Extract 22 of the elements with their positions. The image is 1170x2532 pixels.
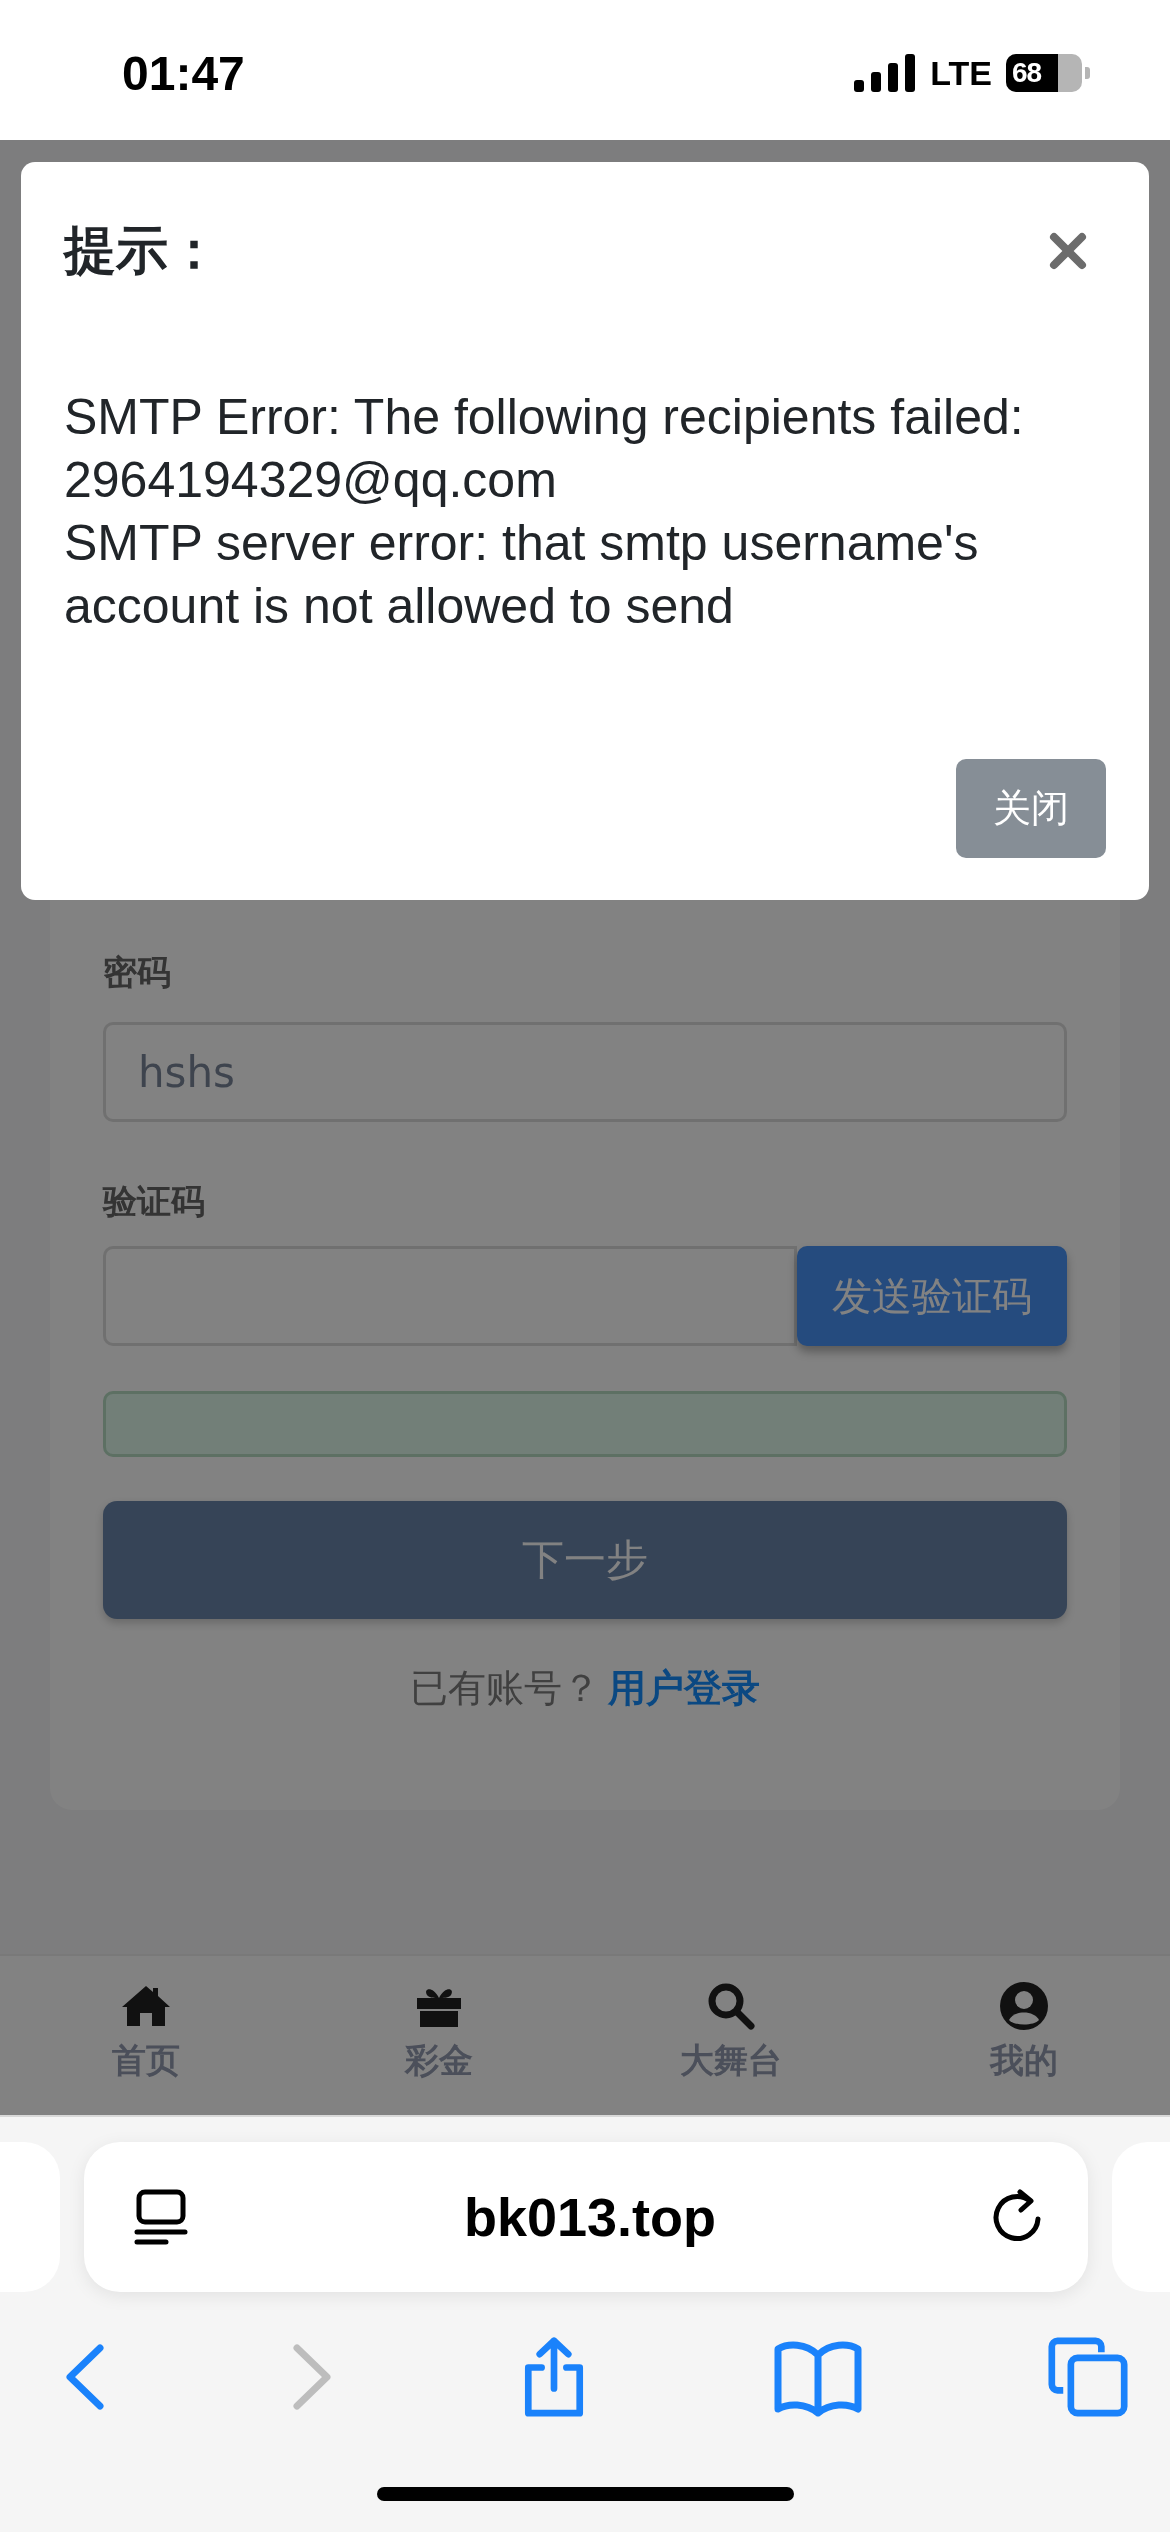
error-message: SMTP Error: The following recipients failed: 2964194329@qq.com (64, 388, 1024, 510)
battery-indicator: 68 (1006, 54, 1090, 92)
dialog-title: 提示： (64, 220, 220, 281)
password-field[interactable]: hshs (103, 1022, 1067, 1122)
error-message: SMTP server error: that smtp username's account is not allowed to send (64, 514, 980, 636)
network-label: LTE (930, 53, 992, 93)
login-prompt: 已有账号？ (410, 1666, 600, 1711)
send-code-button[interactable]: 发送验证码 (797, 1246, 1067, 1346)
close-button[interactable]: 关闭 (956, 759, 1106, 858)
clock-time: 01:47 (122, 45, 245, 101)
page-menu-icon[interactable] (132, 2188, 190, 2246)
user-icon[interactable] (997, 1979, 1050, 2032)
address-bar[interactable]: bk013.top (84, 2142, 1088, 2292)
code-field[interactable] (103, 1246, 797, 1346)
field-label: 验证码 (103, 1181, 206, 1222)
signal-icon (854, 54, 917, 92)
url-text[interactable]: bk013.top (463, 2186, 717, 2248)
login-link[interactable]: 用户登录 (608, 1663, 760, 1713)
close-icon[interactable] (1048, 231, 1088, 271)
tabs-icon[interactable] (1046, 2337, 1130, 2417)
field-label: 密码 (103, 952, 172, 993)
next-button[interactable]: 下一步 (103, 1501, 1067, 1619)
